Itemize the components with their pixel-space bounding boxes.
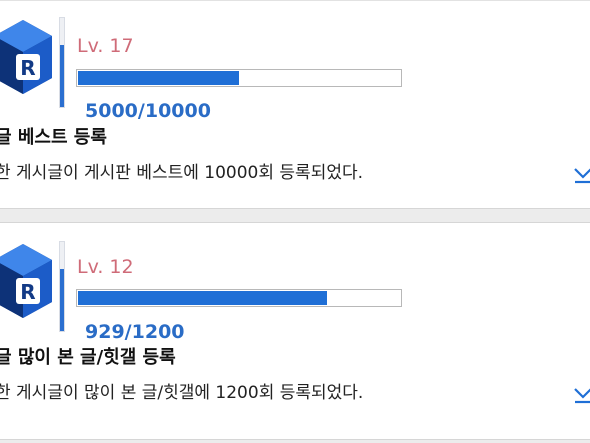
r-cube-badge-icon: R xyxy=(0,20,52,94)
progress-count: 5000/10000 xyxy=(85,102,211,121)
progress-bar xyxy=(76,289,402,307)
progress-separator: / xyxy=(137,100,145,122)
progress-bar-fill xyxy=(78,71,239,85)
achievement-title: 글 베스트 등록 xyxy=(0,127,107,148)
level-label: Lv. 17 xyxy=(77,35,134,57)
achievement-description: 한 게시글이 게시판 베스트에 10000회 등록되었다. xyxy=(0,163,364,183)
progress-bar-fill xyxy=(78,291,327,305)
r-cube-badge-icon: R xyxy=(0,244,52,318)
progress-separator: / xyxy=(124,321,132,343)
progress-current: 929 xyxy=(85,321,125,343)
chevron-down-icon[interactable] xyxy=(572,383,590,405)
level-vertical-meter xyxy=(59,241,65,332)
achievement-card[interactable]: R Lv. 12 929/1200 글 많이 본 글/힛갤 등록 한 게시글이 … xyxy=(0,222,590,440)
progress-current: 5000 xyxy=(85,100,138,122)
level-vertical-meter-fill xyxy=(60,268,64,331)
chevron-down-icon[interactable] xyxy=(572,163,590,185)
level-vertical-meter xyxy=(59,17,65,108)
achievement-title: 글 많이 본 글/힛갤 등록 xyxy=(0,347,176,368)
level-label: Lv. 12 xyxy=(77,256,134,278)
progress-total: 1200 xyxy=(131,321,185,343)
svg-text:R: R xyxy=(20,280,35,304)
achievement-description: 한 게시글이 많이 본 글/힛갤에 1200회 등록되었다. xyxy=(0,383,364,403)
progress-bar xyxy=(76,69,402,87)
svg-text:R: R xyxy=(20,56,35,80)
level-vertical-meter-fill xyxy=(60,44,64,107)
progress-count: 929/1200 xyxy=(85,323,185,342)
achievement-card[interactable]: R Lv. 17 5000/10000 글 베스트 등록 한 게시글이 게시판 … xyxy=(0,0,590,209)
progress-total: 10000 xyxy=(144,100,211,122)
